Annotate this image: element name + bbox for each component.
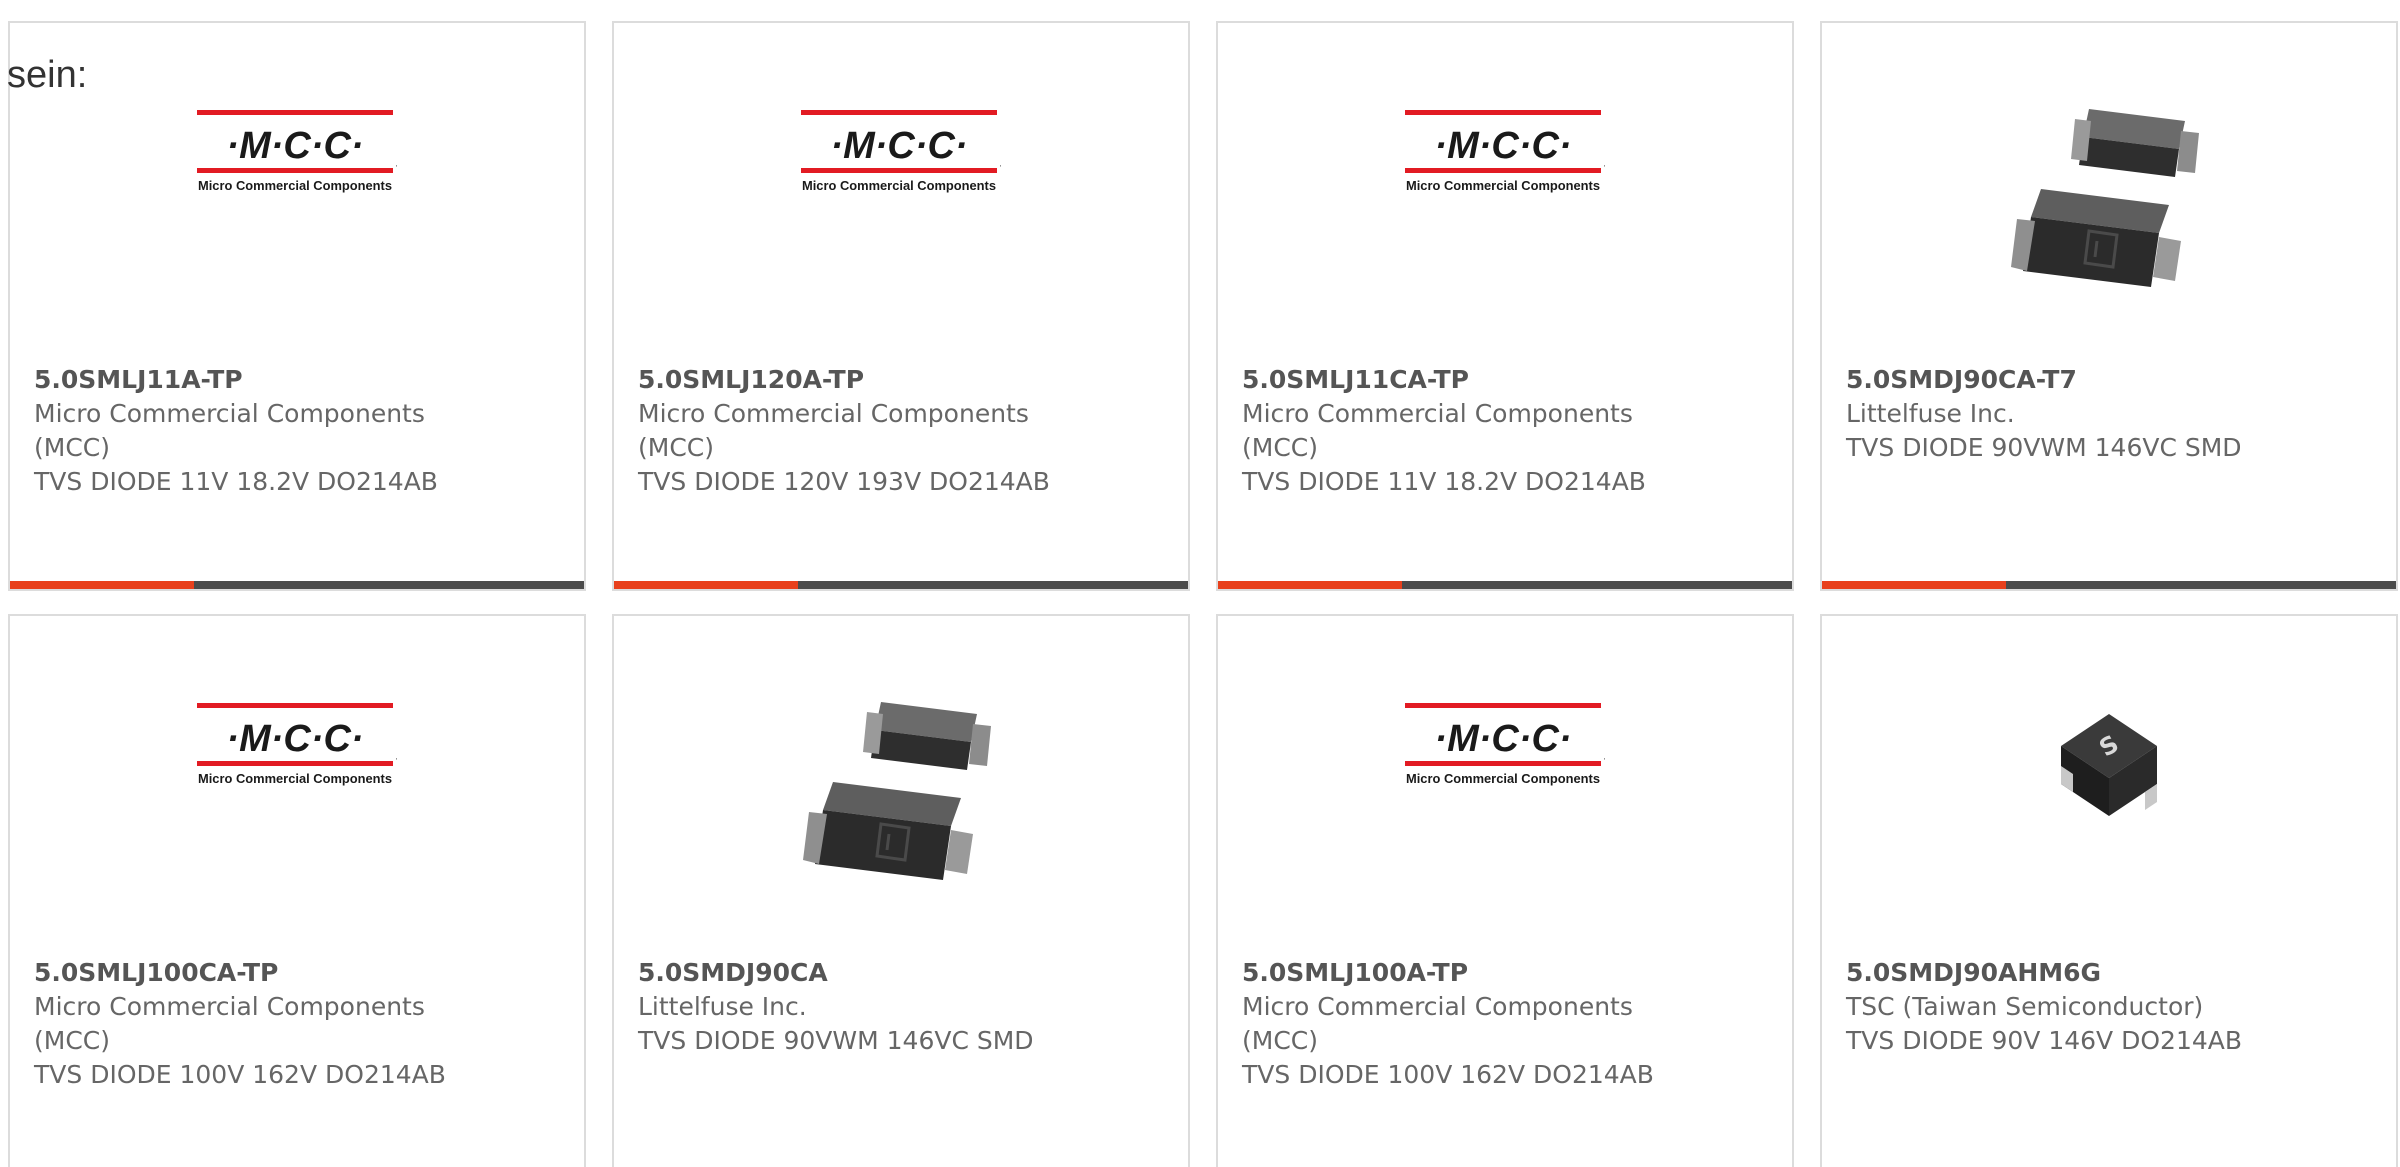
card-footer-accent — [1822, 581, 2006, 589]
product-description: TVS DIODE 90V 146V DO214AB — [1846, 1026, 2243, 1055]
product-card[interactable]: S 5.0SMDJ90AHM6G TSC (Taiwan Semiconducto… — [1820, 614, 2398, 1167]
product-description: TVS DIODE 120V 193V DO214AB — [638, 467, 1050, 496]
part-number-link[interactable]: 5.0SMDJ90CA-T7 — [1846, 363, 2376, 397]
mcc-logo: ·M·C·C· ™ Micro Commercial Components — [197, 110, 397, 193]
manufacturer: Micro Commercial Components — [34, 399, 425, 428]
manufacturer-abbrev: (MCC) — [1242, 1026, 1318, 1055]
product-card[interactable]: ·M·C·C· ™ Micro Commercial Components 5.… — [1216, 614, 1794, 1167]
svg-text:™: ™ — [999, 164, 1001, 172]
svg-text:·M·C·C·: ·M·C·C· — [830, 125, 967, 167]
card-footer-accent — [614, 581, 798, 589]
product-description: TVS DIODE 11V 18.2V DO214AB — [1242, 467, 1646, 496]
card-footer-bar — [1218, 581, 1792, 589]
product-info: 5.0SMLJ120A-TP Micro Commercial Component… — [638, 363, 1168, 499]
part-number-link[interactable]: 5.0SMLJ100A-TP — [1242, 956, 1772, 990]
manufacturer: Littelfuse Inc. — [1846, 399, 2015, 428]
product-grid: ·M·C·C· ™ Micro Commercial Components 5.… — [8, 21, 2398, 1167]
part-number-link[interactable]: 5.0SMLJ120A-TP — [638, 363, 1168, 397]
svg-text:·M·C·C·: ·M·C·C· — [1434, 718, 1571, 760]
svg-text:™: ™ — [395, 757, 397, 765]
svg-text:·M·C·C·: ·M·C·C· — [1434, 125, 1571, 167]
product-image[interactable]: ·M·C·C· ™ Micro Commercial Components — [10, 108, 584, 358]
part-number-link[interactable]: 5.0SMLJ100CA-TP — [34, 956, 564, 990]
svg-text:Micro Commercial Components: Micro Commercial Components — [1406, 179, 1600, 193]
product-description: TVS DIODE 90VWM 146VC SMD — [1846, 433, 2242, 462]
smd-diode-image — [803, 702, 991, 880]
manufacturer: Littelfuse Inc. — [638, 992, 807, 1021]
product-card[interactable]: ·M·C·C· ™ Micro Commercial Components 5.… — [8, 21, 586, 591]
product-card[interactable]: 5.0SMDJ90CA-T7 Littelfuse Inc. TVS DIODE 9… — [1820, 21, 2398, 591]
manufacturer: Micro Commercial Components — [638, 399, 1029, 428]
product-card[interactable]: 5.0SMDJ90CA Littelfuse Inc. TVS DIODE 90VW… — [612, 614, 1190, 1167]
manufacturer: Micro Commercial Components — [34, 992, 425, 1021]
svg-text:Micro Commercial Components: Micro Commercial Components — [802, 179, 996, 193]
manufacturer-abbrev: (MCC) — [1242, 433, 1318, 462]
svg-text:Micro Commercial Components: Micro Commercial Components — [198, 179, 392, 193]
card-footer-accent — [1218, 581, 1402, 589]
product-info: 5.0SMDJ90AHM6G TSC (Taiwan Semiconductor)… — [1846, 956, 2376, 1058]
product-info: 5.0SMDJ90CA-T7 Littelfuse Inc. TVS DIODE 9… — [1846, 363, 2376, 465]
svg-text:Micro Commercial Components: Micro Commercial Components — [198, 772, 392, 786]
part-number-link[interactable]: 5.0SMDJ90CA — [638, 956, 1168, 990]
product-image[interactable]: ·M·C·C· ™ Micro Commercial Components — [1218, 108, 1792, 358]
manufacturer-abbrev: (MCC) — [34, 433, 110, 462]
smd-diode-image — [2011, 109, 2199, 287]
card-footer-accent — [10, 581, 194, 589]
manufacturer: Micro Commercial Components — [1242, 992, 1633, 1021]
product-description: TVS DIODE 100V 162V DO214AB — [1242, 1060, 1654, 1089]
mcc-logo: ·M·C·C· ™ Micro Commercial Components — [1405, 703, 1605, 786]
product-image[interactable] — [1822, 91, 2396, 341]
tsc-chip-image: S — [2061, 714, 2157, 816]
manufacturer-abbrev: (MCC) — [638, 433, 714, 462]
mcc-logo: ·M·C·C· ™ Micro Commercial Components — [801, 110, 1001, 193]
mcc-logo: ·M·C·C· ™ Micro Commercial Components — [1405, 110, 1605, 193]
product-image[interactable]: ·M·C·C· ™ Micro Commercial Components — [1218, 701, 1792, 951]
part-number-link[interactable]: 5.0SMLJ11A-TP — [34, 363, 564, 397]
product-info: 5.0SMDJ90CA Littelfuse Inc. TVS DIODE 90VW… — [638, 956, 1168, 1058]
svg-text:™: ™ — [395, 164, 397, 172]
card-footer-bar — [614, 581, 1188, 589]
svg-text:Micro Commercial Components: Micro Commercial Components — [1406, 772, 1600, 786]
product-info: 5.0SMLJ11CA-TP Micro Commercial Component… — [1242, 363, 1772, 499]
card-footer-bar — [1822, 581, 2396, 589]
svg-text:™: ™ — [1603, 757, 1605, 765]
svg-text:™: ™ — [1603, 164, 1605, 172]
product-list-page: sein: ·M·C·C· ™ Micro Commercial Compone… — [0, 0, 2400, 1167]
part-number-link[interactable]: 5.0SMLJ11CA-TP — [1242, 363, 1772, 397]
product-image[interactable] — [614, 684, 1188, 934]
product-info: 5.0SMLJ100A-TP Micro Commercial Component… — [1242, 956, 1772, 1092]
intro-text: sein: — [7, 54, 88, 96]
product-description: TVS DIODE 90VWM 146VC SMD — [638, 1026, 1034, 1055]
svg-text:·M·C·C·: ·M·C·C· — [226, 125, 363, 167]
manufacturer: TSC (Taiwan Semiconductor) — [1846, 992, 2204, 1021]
product-description: TVS DIODE 100V 162V DO214AB — [34, 1060, 446, 1089]
product-image[interactable]: ·M·C·C· ™ Micro Commercial Components — [614, 108, 1188, 358]
product-info: 5.0SMLJ11A-TP Micro Commercial Components… — [34, 363, 564, 499]
product-description: TVS DIODE 11V 18.2V DO214AB — [34, 467, 438, 496]
product-image[interactable]: S — [1822, 706, 2396, 956]
card-footer-bar — [10, 581, 584, 589]
product-card[interactable]: ·M·C·C· ™ Micro Commercial Components 5.… — [8, 614, 586, 1167]
product-card[interactable]: ·M·C·C· ™ Micro Commercial Components 5.… — [1216, 21, 1794, 591]
part-number-link[interactable]: 5.0SMDJ90AHM6G — [1846, 956, 2376, 990]
manufacturer: Micro Commercial Components — [1242, 399, 1633, 428]
product-info: 5.0SMLJ100CA-TP Micro Commercial Componen… — [34, 956, 564, 1092]
svg-text:·M·C·C·: ·M·C·C· — [226, 718, 363, 760]
manufacturer-abbrev: (MCC) — [34, 1026, 110, 1055]
mcc-logo: ·M·C·C· ™ Micro Commercial Components — [197, 703, 397, 786]
product-image[interactable]: ·M·C·C· ™ Micro Commercial Components — [10, 701, 584, 951]
product-card[interactable]: ·M·C·C· ™ Micro Commercial Components 5.… — [612, 21, 1190, 591]
